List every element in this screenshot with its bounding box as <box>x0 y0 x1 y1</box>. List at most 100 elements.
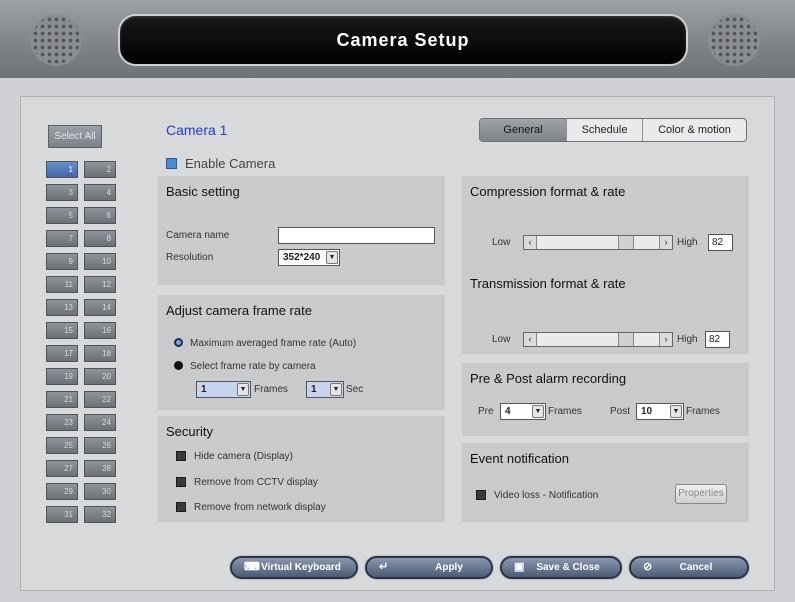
speaker-grille-icon <box>710 16 758 64</box>
camera-button-16[interactable]: 16 <box>84 322 116 339</box>
radio-auto-frame-rate[interactable] <box>174 338 183 347</box>
hide-camera-checkbox[interactable] <box>176 451 186 461</box>
camera-button-19[interactable]: 19 <box>46 368 78 385</box>
chevron-down-icon: ▼ <box>237 383 249 396</box>
pre-value: 4 <box>505 406 511 417</box>
camera-button-13[interactable]: 13 <box>46 299 78 316</box>
save-close-button[interactable]: ▣ Save & Close <box>500 556 622 579</box>
pre-unit-label: Frames <box>548 406 582 417</box>
camera-button-23[interactable]: 23 <box>46 414 78 431</box>
compression-panel: Compression format & rate Low ‹ › High 8… <box>462 176 749 354</box>
slider-thumb[interactable] <box>618 236 634 249</box>
camera-button-9[interactable]: 9 <box>46 253 78 270</box>
camera-button-6[interactable]: 6 <box>84 207 116 224</box>
sec-select[interactable]: 1 ▼ <box>306 381 344 398</box>
remove-network-checkbox[interactable] <box>176 502 186 512</box>
tab-color-motion[interactable]: Color & motion <box>642 119 746 141</box>
compression-slider[interactable]: ‹ › <box>523 235 673 250</box>
camera-button-18[interactable]: 18 <box>84 345 116 362</box>
camera-button-17[interactable]: 17 <box>46 345 78 362</box>
tab-schedule[interactable]: Schedule <box>566 119 642 141</box>
apply-button[interactable]: ↵ Apply <box>365 556 493 579</box>
title-bar: Camera Setup <box>0 0 795 78</box>
camera-button-15[interactable]: 15 <box>46 322 78 339</box>
slider-thumb[interactable] <box>618 333 634 346</box>
arrow-left-icon[interactable]: ‹ <box>524 236 537 249</box>
camera-button-8[interactable]: 8 <box>84 230 116 247</box>
camera-button-2[interactable]: 2 <box>84 161 116 178</box>
radio-select-frame-rate[interactable] <box>174 361 183 370</box>
tab-general[interactable]: General <box>480 119 566 141</box>
virtual-keyboard-button[interactable]: ⌨ Virtual Keyboard <box>230 556 358 579</box>
prepost-panel: Pre & Post alarm recording Pre 4 ▼ Frame… <box>462 363 749 436</box>
prepost-title: Pre & Post alarm recording <box>470 371 627 386</box>
chevron-down-icon: ▼ <box>330 383 342 396</box>
transmission-low-label: Low <box>492 334 511 345</box>
pre-select[interactable]: 4 ▼ <box>500 403 546 420</box>
cancel-button[interactable]: ⊘ Cancel <box>629 556 749 579</box>
arrow-left-icon[interactable]: ‹ <box>524 333 537 346</box>
camera-button-26[interactable]: 26 <box>84 437 116 454</box>
checkbox-checked-icon <box>166 158 177 169</box>
camera-button-7[interactable]: 7 <box>46 230 78 247</box>
video-loss-label: Video loss - Notification <box>494 490 599 501</box>
save-close-label: Save & Close <box>536 562 600 573</box>
basic-setting-panel: Basic setting Camera name Resolution 352… <box>158 176 445 285</box>
video-loss-checkbox[interactable] <box>476 490 486 500</box>
camera-button-21[interactable]: 21 <box>46 391 78 408</box>
camera-button-20[interactable]: 20 <box>84 368 116 385</box>
select-all-button[interactable]: Select All <box>48 125 102 148</box>
pre-label: Pre <box>478 406 494 417</box>
frames-unit-label: Frames <box>254 384 288 395</box>
camera-button-27[interactable]: 27 <box>46 460 78 477</box>
resolution-select[interactable]: 352*240 ▼ <box>278 249 340 266</box>
camera-button-32[interactable]: 32 <box>84 506 116 523</box>
camera-button-28[interactable]: 28 <box>84 460 116 477</box>
camera-button-5[interactable]: 5 <box>46 207 78 224</box>
arrow-right-icon[interactable]: › <box>659 333 672 346</box>
post-select[interactable]: 10 ▼ <box>636 403 684 420</box>
camera-button-14[interactable]: 14 <box>84 299 116 316</box>
transmission-value-input[interactable]: 82 <box>705 331 730 348</box>
cancel-icon: ⊘ <box>643 561 653 573</box>
chevron-down-icon: ▼ <box>670 405 682 418</box>
camera-button-4[interactable]: 4 <box>84 184 116 201</box>
tab-bar: General Schedule Color & motion <box>479 118 747 142</box>
camera-button-12[interactable]: 12 <box>84 276 116 293</box>
sec-value: 1 <box>311 384 317 395</box>
enable-camera-checkbox[interactable]: Enable Camera <box>166 156 275 171</box>
security-panel: Security Hide camera (Display) Remove fr… <box>158 416 445 522</box>
frame-rate-title: Adjust camera frame rate <box>166 303 312 318</box>
camera-button-10[interactable]: 10 <box>84 253 116 270</box>
transmission-slider[interactable]: ‹ › <box>523 332 673 347</box>
resolution-value: 352*240 <box>283 252 321 263</box>
camera-button-11[interactable]: 11 <box>46 276 78 293</box>
camera-button-3[interactable]: 3 <box>46 184 78 201</box>
event-panel: Event notification Video loss - Notifica… <box>462 443 749 522</box>
auto-frame-rate-label: Maximum averaged frame rate (Auto) <box>190 338 357 349</box>
compression-low-label: Low <box>492 237 511 248</box>
resolution-label: Resolution <box>166 252 214 263</box>
arrow-right-icon[interactable]: › <box>659 236 672 249</box>
camera-button-22[interactable]: 22 <box>84 391 116 408</box>
frames-value: 1 <box>201 384 207 395</box>
camera-button-24[interactable]: 24 <box>84 414 116 431</box>
window-title: Camera Setup <box>336 30 470 50</box>
keyboard-icon: ⌨ <box>244 561 260 573</box>
compression-value-input[interactable]: 82 <box>708 234 733 251</box>
camera-name-input[interactable] <box>278 227 435 244</box>
title-plate: Camera Setup <box>118 14 688 66</box>
remove-cctv-checkbox[interactable] <box>176 477 186 487</box>
camera-button-29[interactable]: 29 <box>46 483 78 500</box>
security-title: Security <box>166 424 213 439</box>
properties-button[interactable]: Properties <box>675 484 727 504</box>
hide-camera-label: Hide camera (Display) <box>194 451 293 462</box>
camera-button-25[interactable]: 25 <box>46 437 78 454</box>
cancel-label: Cancel <box>679 562 713 573</box>
camera-button-1[interactable]: 1 <box>46 161 78 178</box>
enable-camera-label: Enable Camera <box>185 156 276 171</box>
frames-select[interactable]: 1 ▼ <box>196 381 251 398</box>
camera-button-31[interactable]: 31 <box>46 506 78 523</box>
apply-label: Apply <box>435 562 463 573</box>
camera-button-30[interactable]: 30 <box>84 483 116 500</box>
